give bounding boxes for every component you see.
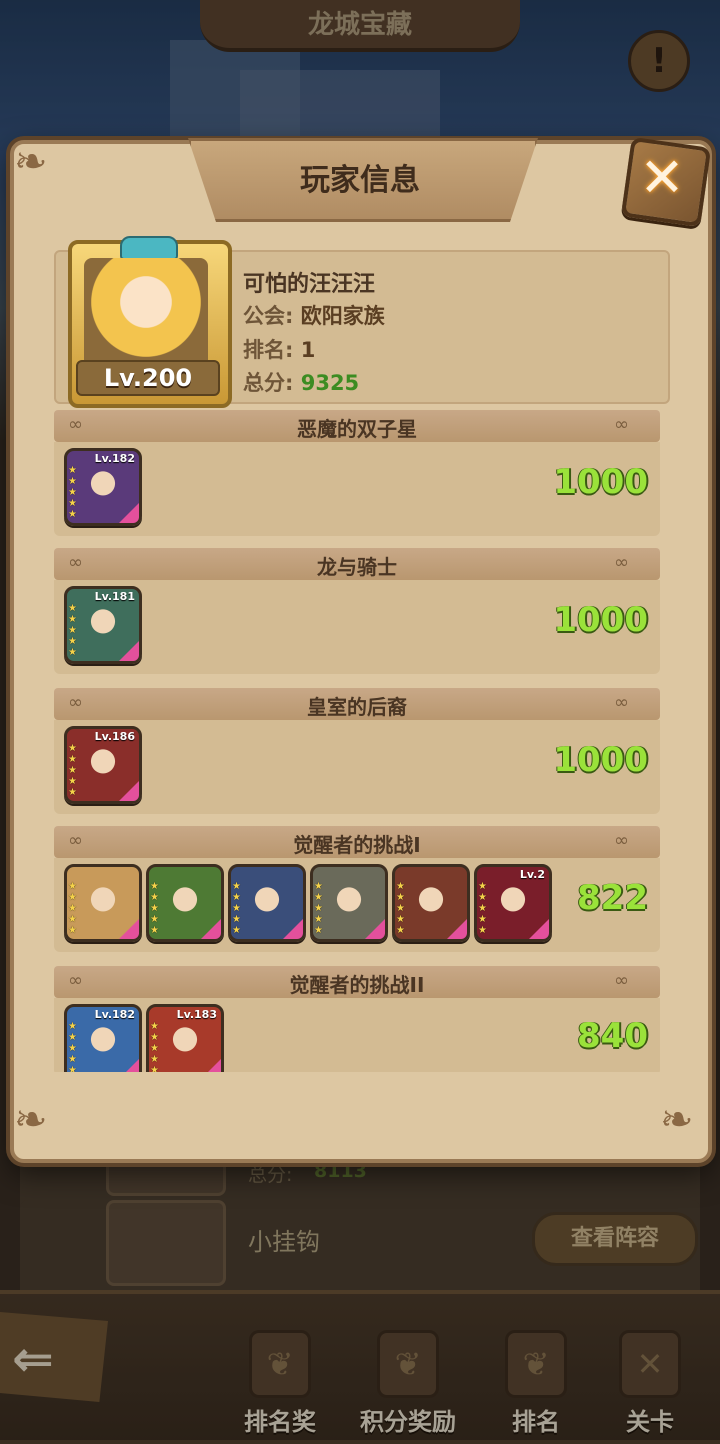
hero-card[interactable]: ★ ★ ★ ★ ★ (146, 864, 224, 942)
hero-card[interactable]: ★ ★ ★ ★ ★ (310, 864, 388, 942)
section-score: 1000 (553, 740, 648, 780)
star-icon: ★ ★ ★ ★ ★ (68, 603, 77, 658)
rarity-corner (447, 919, 467, 939)
rarity-corner (365, 919, 385, 939)
guild-row: 公会: 欧阳家族 (243, 300, 385, 330)
modal-bottom-edge (34, 1072, 664, 1108)
hero-card[interactable]: Lv.182 ★ ★ ★ ★ ★ (64, 448, 142, 526)
total-row: 总分: 9325 (243, 367, 359, 397)
hero-level: Lv.181 (94, 590, 135, 603)
star-icon: ★ ★ ★ ★ ★ (150, 1021, 159, 1076)
hero-card[interactable]: Lv.186 ★ ★ ★ ★ ★ (64, 726, 142, 804)
rank-label: 排名: (243, 338, 294, 362)
rarity-corner (283, 919, 303, 939)
star-icon: ★ ★ ★ ★ ★ (396, 881, 405, 936)
star-icon: ★ ★ ★ ★ ★ (314, 881, 323, 936)
score-section: ∞ ∞ 龙与骑士 Lv.181 ★ ★ ★ ★ ★ 1000 (54, 548, 660, 674)
score-section: ∞ ∞ 觉醒者的挑战I ★ ★ ★ ★ ★ ★ ★ ★ ★ ★ ★ ★ ★ ★ ★ ★ ★ ★ ★ ★ ★ ★ ★ ★ ★ Lv.2 ★ ★… (54, 826, 660, 952)
section-body (54, 998, 660, 1076)
close-icon[interactable]: ✕ (626, 144, 698, 212)
star-icon: ★ ★ ★ ★ ★ (68, 743, 77, 798)
section-score: 840 (577, 1016, 648, 1056)
star-icon: ★ ★ ★ ★ ★ (68, 881, 77, 936)
hero-card[interactable]: ★ ★ ★ ★ ★ (392, 864, 470, 942)
score-section: ∞ ∞ 觉醒者的挑战II Lv.182 ★ ★ ★ ★ ★ Lv.183 ★ ★ ★ ★ ★ 840 (54, 966, 660, 1082)
star-icon: ★ ★ ★ ★ ★ (232, 881, 241, 936)
guild-label: 公会: (243, 304, 294, 328)
hero-card[interactable]: ★ ★ ★ ★ ★ (64, 864, 142, 942)
crown-icon (120, 236, 178, 260)
rarity-corner (119, 641, 139, 661)
section-title: 皇室的后裔 (307, 695, 407, 719)
corner-ornament: ❧ (660, 1097, 694, 1143)
score-section: ∞ ∞ 皇室的后裔 Lv.186 ★ ★ ★ ★ ★ 1000 (54, 688, 660, 814)
hero-level: Lv.182 (94, 1008, 135, 1021)
player-name: 可怕的汪汪汪 (243, 272, 376, 297)
rank-value: 1 (300, 338, 316, 362)
section-title: 恶魔的双子星 (297, 417, 417, 441)
score-section: ∞ ∞ 恶魔的双子星 Lv.182 ★ ★ ★ ★ ★ 1000 (54, 410, 660, 536)
hero-card[interactable]: Lv.182 ★ ★ ★ ★ ★ (64, 1004, 142, 1082)
section-title: 龙与骑士 (317, 555, 397, 579)
star-icon: ★ ★ ★ ★ ★ (478, 881, 487, 936)
hero-card[interactable]: Lv.2 ★ ★ ★ ★ ★ (474, 864, 552, 942)
guild-value: 欧阳家族 (300, 304, 385, 328)
rarity-corner (119, 781, 139, 801)
hero-level: Lv.183 (176, 1008, 217, 1021)
hero-level: Lv.186 (94, 730, 135, 743)
section-score: 1000 (553, 600, 648, 640)
total-value: 9325 (300, 371, 360, 395)
player-avatar (84, 258, 208, 368)
star-icon: ★ ★ ★ ★ ★ (68, 465, 77, 520)
hero-level: Lv.2 (519, 868, 545, 881)
player-level: Lv.200 (76, 360, 220, 396)
star-icon: ★ ★ ★ ★ ★ (150, 881, 159, 936)
hero-card[interactable]: Lv.183 ★ ★ ★ ★ ★ (146, 1004, 224, 1082)
modal-title: 玩家信息 (300, 163, 420, 198)
corner-ornament: ❧ (14, 139, 48, 185)
rarity-corner (529, 919, 549, 939)
rarity-corner (201, 919, 221, 939)
rarity-corner (119, 919, 139, 939)
hero-card[interactable]: Lv.181 ★ ★ ★ ★ ★ (64, 586, 142, 664)
section-score: 1000 (553, 462, 648, 502)
section-title: 觉醒者的挑战I (293, 833, 421, 857)
total-label: 总分: (243, 371, 294, 395)
hero-level: Lv.182 (94, 452, 135, 465)
star-icon: ★ ★ ★ ★ ★ (68, 1021, 77, 1076)
section-score: 822 (577, 878, 648, 918)
section-title: 觉醒者的挑战II (289, 973, 425, 997)
hero-card[interactable]: ★ ★ ★ ★ ★ (228, 864, 306, 942)
rank-row: 排名: 1 (243, 334, 315, 364)
rarity-corner (119, 503, 139, 523)
